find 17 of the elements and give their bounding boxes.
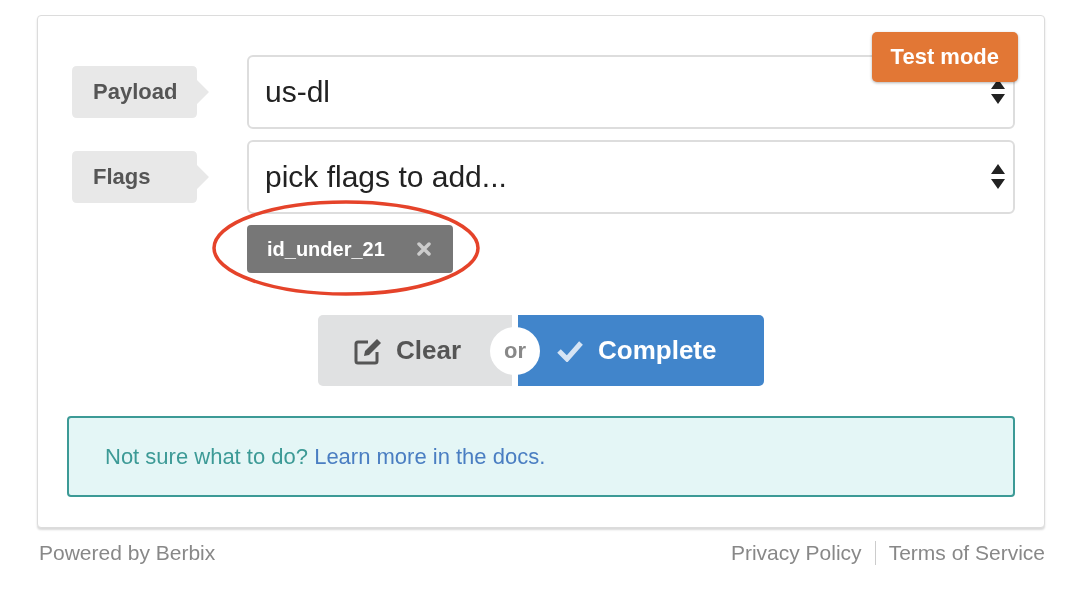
footer-link[interactable]: Terms of Service	[888, 541, 1045, 565]
tag-label: id_under_21	[267, 237, 385, 261]
edit-icon	[354, 336, 384, 365]
select-field[interactable]: pick flags to add...	[247, 140, 1015, 214]
field-label: Payload	[72, 66, 209, 118]
sort-icon	[991, 164, 1005, 190]
docs-link[interactable]: Learn more in the docs.	[314, 443, 546, 469]
test-mode-badge: Test mode	[871, 32, 1018, 82]
select-value: pick flags to add...	[265, 160, 507, 194]
check-icon	[556, 339, 584, 362]
help-text: Not sure what to do? Learn more in the docs.	[105, 443, 546, 470]
remove-icon[interactable]	[417, 242, 431, 256]
select-value: us-dl	[265, 75, 331, 109]
footer-link[interactable]: Privacy Policy	[730, 541, 862, 565]
field-label: Flags	[72, 151, 209, 203]
sort-icon	[991, 79, 1005, 105]
powered-by-text: Powered by Berbix	[39, 541, 216, 565]
